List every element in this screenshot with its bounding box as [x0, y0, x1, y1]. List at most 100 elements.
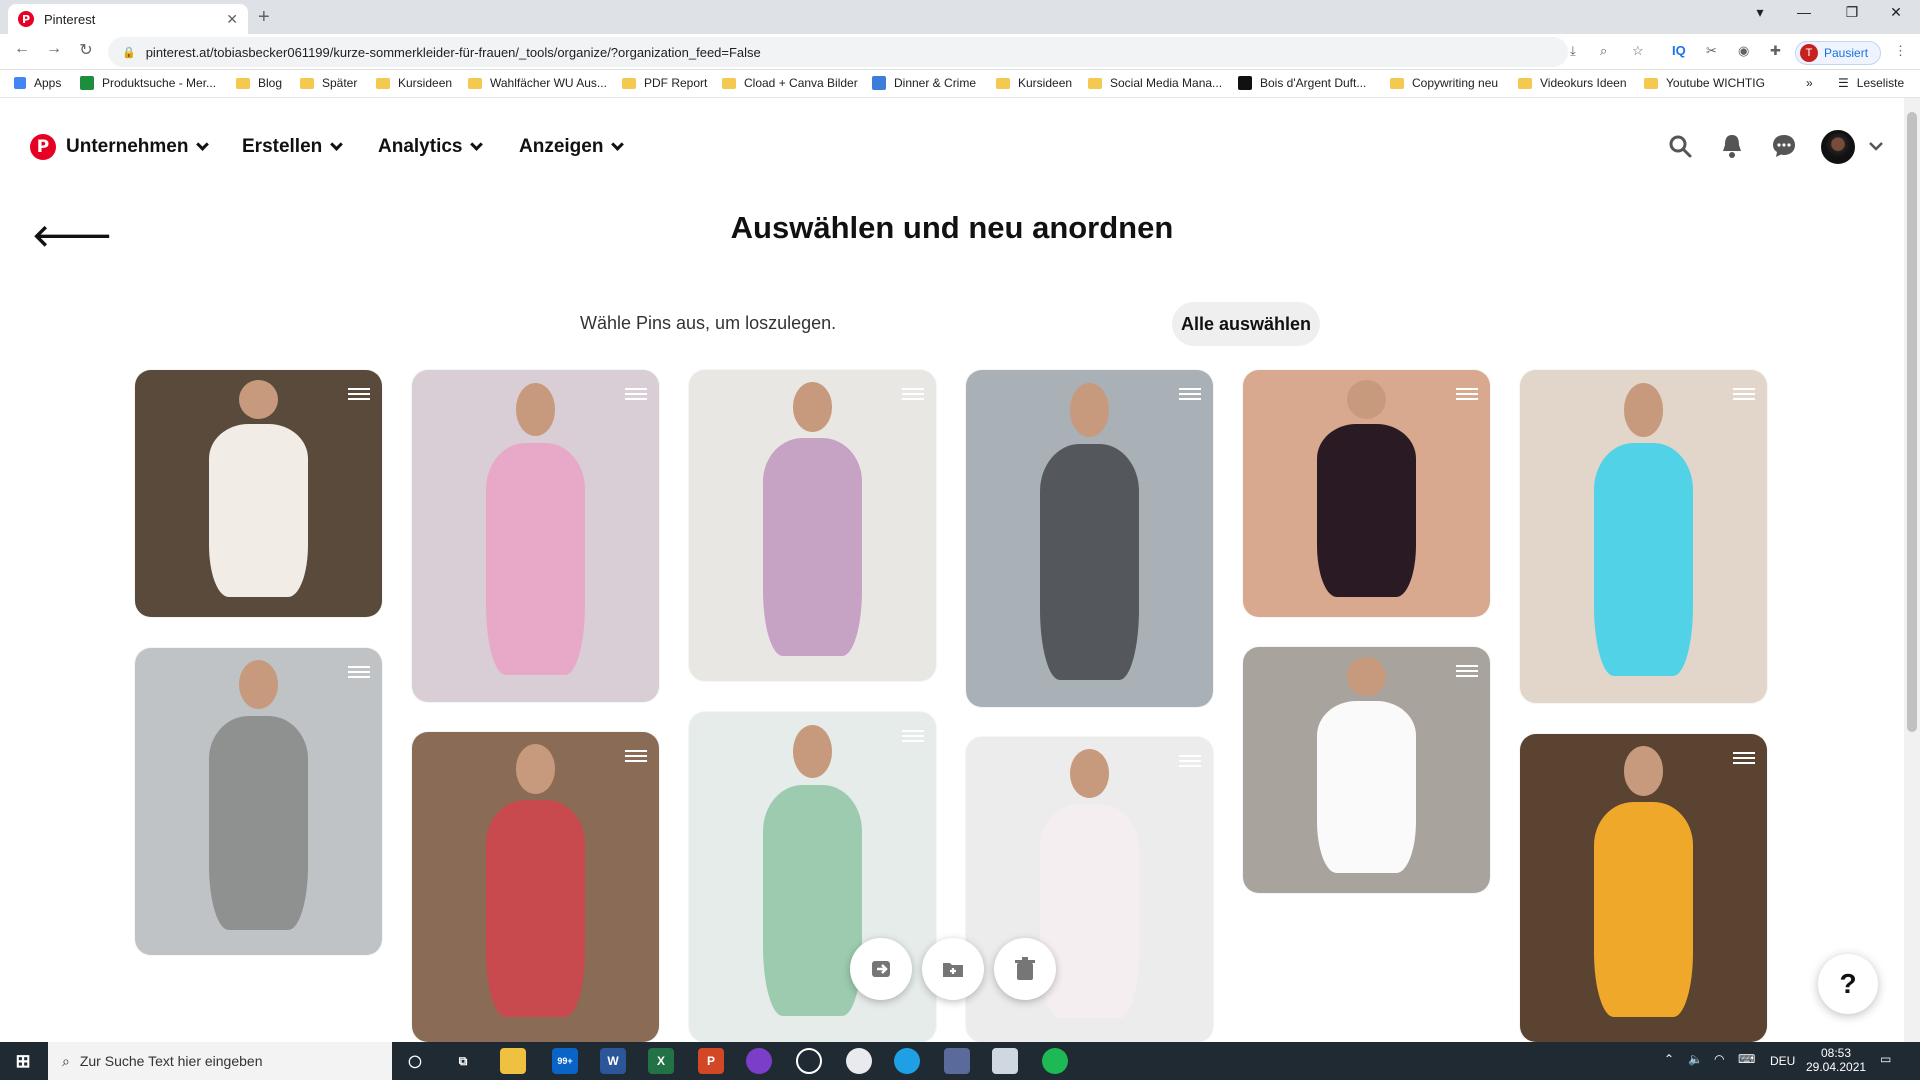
bookmark-folder[interactable]: Cload + Canva Bilder [722, 76, 858, 90]
bookmark-star-icon[interactable]: ☆ [1632, 43, 1644, 59]
browser-menu-icon[interactable]: ⋮ [1894, 43, 1907, 59]
chrome-icon[interactable] [846, 1048, 872, 1074]
app-icon[interactable] [796, 1048, 822, 1074]
drag-handle-icon[interactable] [348, 666, 370, 678]
delete-pins-button[interactable] [994, 938, 1056, 1000]
profile-button[interactable]: T Pausiert [1795, 41, 1881, 65]
minimize-icon[interactable]: — [1784, 4, 1824, 20]
bookmark-folder[interactable]: Youtube WICHTIG [1644, 76, 1765, 90]
drag-handle-icon[interactable] [1179, 388, 1201, 400]
zoom-icon[interactable]: ⌕ [1600, 43, 1607, 59]
window-close-icon[interactable]: ✕ [1876, 4, 1916, 21]
search-icon[interactable] [1666, 132, 1694, 160]
help-button[interactable]: ? [1818, 954, 1878, 1014]
menu-anzeigen[interactable]: Anzeigen [519, 136, 625, 158]
reading-list[interactable]: ☰ Leseliste [1838, 76, 1904, 90]
keyboard-icon[interactable]: ⌨ [1738, 1052, 1755, 1066]
drag-handle-icon[interactable] [1179, 755, 1201, 767]
word-icon[interactable]: W [600, 1048, 626, 1074]
extension-icon[interactable]: ✂ [1706, 43, 1717, 59]
powerpoint-icon[interactable]: P [698, 1048, 724, 1074]
drag-handle-icon[interactable] [1456, 665, 1478, 677]
bookmark-folder[interactable]: PDF Report [622, 76, 707, 90]
bookmark-item[interactable]: Dinner & Crime [872, 76, 976, 90]
drag-handle-icon[interactable] [625, 388, 647, 400]
pin-card[interactable] [1520, 370, 1767, 703]
drag-handle-icon[interactable] [902, 730, 924, 742]
bookmark-folder[interactable]: Copywriting neu [1390, 76, 1498, 90]
excel-icon[interactable]: X [648, 1048, 674, 1074]
pin-card[interactable] [689, 370, 936, 681]
pinterest-logo-icon[interactable]: P [30, 134, 56, 160]
new-tab-icon[interactable]: + [258, 6, 270, 29]
app-icon[interactable] [746, 1048, 772, 1074]
bookmark-folder[interactable]: Kursideen [996, 76, 1072, 90]
app-icon[interactable] [944, 1048, 970, 1074]
network-icon[interactable]: ◠ [1714, 1052, 1724, 1066]
bookmark-apps[interactable]: Apps [14, 76, 61, 90]
address-bar[interactable]: 🔒 pinterest.at/tobiasbecker061199/kurze-… [108, 37, 1568, 67]
bookmarks-overflow-icon[interactable]: » [1806, 76, 1813, 90]
bookmark-item[interactable]: Produktsuche - Mer... [80, 76, 216, 90]
pin-card[interactable] [1243, 647, 1490, 893]
bookmark-folder[interactable]: Videokurs Ideen [1518, 76, 1627, 90]
profile-status: Pausiert [1824, 46, 1869, 60]
app-icon[interactable] [992, 1048, 1018, 1074]
bookmark-folder[interactable]: Später [300, 76, 357, 90]
taskbar-search-input[interactable]: ⌕ Zur Suche Text hier eingeben [48, 1042, 392, 1080]
menu-analytics[interactable]: Analytics [378, 136, 484, 158]
pin-card[interactable] [966, 370, 1213, 707]
menu-erstellen[interactable]: Erstellen [242, 136, 344, 158]
drag-handle-icon[interactable] [348, 388, 370, 400]
bookmark-folder[interactable]: Wahlfächer WU Aus... [468, 76, 607, 90]
drag-handle-icon[interactable] [1456, 388, 1478, 400]
cortana-icon[interactable]: ◯ [402, 1048, 428, 1074]
back-icon[interactable]: ← [10, 40, 34, 58]
drag-handle-icon[interactable] [1733, 388, 1755, 400]
bookmark-folder[interactable]: Blog [236, 76, 282, 90]
iq-extension-icon[interactable]: IQ [1672, 43, 1686, 58]
drag-handle-icon[interactable] [625, 750, 647, 762]
drag-handle-icon[interactable] [902, 388, 924, 400]
forward-icon[interactable]: → [42, 40, 66, 58]
scrollbar-thumb[interactable] [1907, 112, 1917, 732]
bookmark-item[interactable]: Bois d'Argent Duft... [1238, 76, 1366, 90]
pin-card[interactable] [412, 370, 659, 702]
pin-card[interactable] [135, 370, 382, 617]
copy-to-board-button[interactable] [922, 938, 984, 1000]
task-view-icon[interactable]: ⧉ [450, 1048, 476, 1074]
windows-start-icon[interactable]: ⊞ [10, 1048, 36, 1074]
avatar[interactable] [1821, 130, 1855, 164]
extensions-puzzle-icon[interactable]: ✚ [1770, 43, 1781, 59]
browser-tab[interactable]: P Pinterest ✕ [8, 4, 248, 34]
notification-center-icon[interactable]: ▭ [1880, 1052, 1891, 1066]
folder-icon [300, 77, 314, 89]
file-explorer-icon[interactable] [500, 1048, 526, 1074]
mail-icon[interactable]: 99+ [552, 1048, 578, 1074]
notifications-bell-icon[interactable] [1718, 132, 1746, 160]
pin-card[interactable] [1243, 370, 1490, 617]
install-icon[interactable]: ⤓ [1570, 43, 1576, 59]
adblock-extension-icon[interactable]: ◉ [1738, 43, 1749, 59]
restore-icon[interactable]: ❐ [1832, 4, 1872, 21]
language-indicator[interactable]: DEU [1770, 1054, 1795, 1068]
account-chevron-down-icon[interactable] [1862, 132, 1890, 160]
select-all-button[interactable]: Alle auswählen [1172, 302, 1320, 346]
pin-card[interactable] [1520, 734, 1767, 1042]
messages-icon[interactable] [1770, 132, 1798, 160]
bookmark-folder[interactable]: Social Media Mana... [1088, 76, 1222, 90]
tray-chevron-icon[interactable]: ⌃ [1664, 1052, 1674, 1066]
tab-close-icon[interactable]: ✕ [226, 11, 238, 28]
spotify-icon[interactable] [1042, 1048, 1068, 1074]
pin-card[interactable] [135, 648, 382, 955]
tab-search-icon[interactable]: ▾ [1740, 4, 1780, 21]
edge-icon[interactable] [894, 1048, 920, 1074]
menu-unternehmen[interactable]: Unternehmen [66, 136, 210, 158]
move-pins-button[interactable] [850, 938, 912, 1000]
volume-icon[interactable]: 🔈 [1688, 1052, 1703, 1066]
drag-handle-icon[interactable] [1733, 752, 1755, 764]
bookmark-folder[interactable]: Kursideen [376, 76, 452, 90]
clock[interactable]: 08:53 29.04.2021 [1806, 1046, 1866, 1074]
reload-icon[interactable]: ↻ [74, 40, 98, 60]
pin-card[interactable] [412, 732, 659, 1042]
